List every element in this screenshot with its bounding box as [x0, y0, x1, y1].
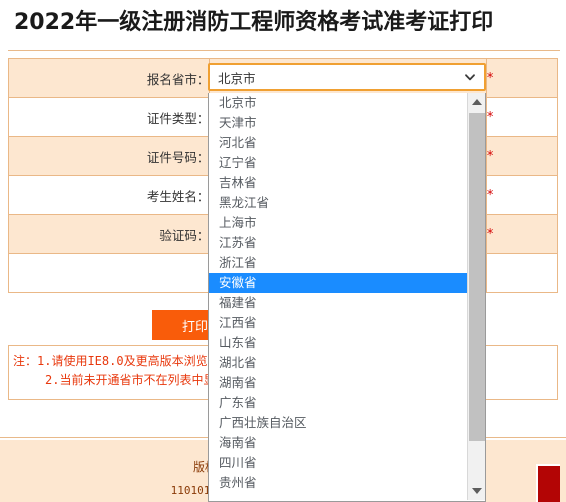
- province-option[interactable]: 吉林省: [209, 173, 467, 193]
- site-seal-badge[interactable]: [536, 464, 560, 502]
- submit-row-spacer-right: [485, 253, 559, 293]
- province-option[interactable]: 山东省: [209, 333, 467, 353]
- scroll-up-arrow-icon[interactable]: [468, 93, 485, 111]
- required-mark-captcha: *: [485, 214, 559, 254]
- province-option[interactable]: 河北省: [209, 133, 467, 153]
- dropdown-scroll-thumb[interactable]: [469, 113, 485, 441]
- required-mark-idtype: *: [485, 97, 559, 137]
- province-option[interactable]: 四川省: [209, 453, 467, 473]
- province-option[interactable]: 海南省: [209, 433, 467, 453]
- page-title: 2022年一级注册消防工程师资格考试准考证打印: [14, 10, 494, 35]
- province-option[interactable]: 江西省: [209, 313, 467, 333]
- province-option[interactable]: 广西壮族自治区: [209, 413, 467, 433]
- page-root: 2022年一级注册消防工程师资格考试准考证打印 报名省市： * 证件类型： * …: [0, 0, 566, 502]
- label-captcha: 验证码：: [7, 214, 211, 254]
- province-option[interactable]: 贵州省: [209, 473, 467, 493]
- title-divider: [8, 50, 560, 51]
- province-option[interactable]: 广东省: [209, 393, 467, 413]
- dropdown-scrollbar[interactable]: [467, 93, 485, 500]
- province-option[interactable]: 浙江省: [209, 253, 467, 273]
- province-option[interactable]: 上海市: [209, 213, 467, 233]
- province-option[interactable]: 湖北省: [209, 353, 467, 373]
- province-option[interactable]: 辽宁省: [209, 153, 467, 173]
- province-select-value: 北京市: [218, 70, 256, 86]
- label-idnumber: 证件号码：: [7, 136, 211, 176]
- chevron-down-icon: [464, 71, 476, 83]
- required-mark-idnumber: *: [485, 136, 559, 176]
- label-province: 报名省市：: [7, 58, 211, 98]
- province-select[interactable]: 北京市: [208, 63, 486, 91]
- scroll-down-arrow-icon[interactable]: [468, 482, 485, 500]
- province-option-list[interactable]: 北京市 天津市 河北省 辽宁省 吉林省 黑龙江省 上海市 江苏省 浙江省 安徽省 福建省 江西省 山东省…: [209, 93, 467, 493]
- province-option[interactable]: 天津市: [209, 113, 467, 133]
- label-idtype: 证件类型：: [7, 97, 211, 137]
- province-option[interactable]: 湖南省: [209, 373, 467, 393]
- province-dropdown-list[interactable]: 北京市 天津市 河北省 辽宁省 吉林省 黑龙江省 上海市 江苏省 浙江省 安徽省 福建省 江西省 山东省…: [208, 93, 486, 502]
- province-option[interactable]: 北京市: [209, 93, 467, 113]
- submit-row-spacer-left: [7, 253, 211, 293]
- label-name: 考生姓名：: [7, 175, 211, 215]
- required-mark-province: *: [485, 58, 559, 98]
- province-option[interactable]: 黑龙江省: [209, 193, 467, 213]
- province-option[interactable]: 安徽省: [209, 273, 467, 293]
- required-mark-name: *: [485, 175, 559, 215]
- province-option[interactable]: 福建省: [209, 293, 467, 313]
- province-option[interactable]: 江苏省: [209, 233, 467, 253]
